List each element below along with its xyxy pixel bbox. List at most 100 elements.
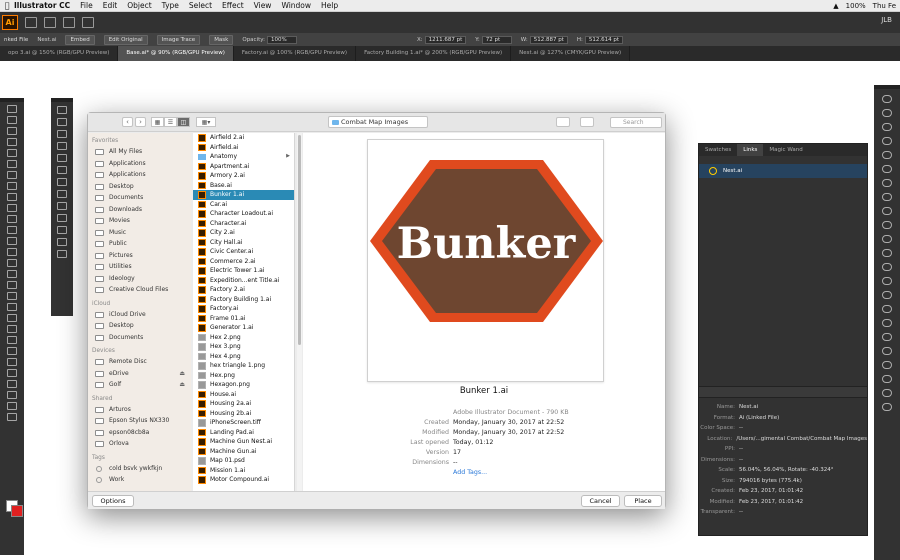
eject-icon[interactable]: ⏏ <box>179 368 185 380</box>
sidebar-item[interactable]: Documents <box>88 192 191 204</box>
wifi-icon[interactable]: ▲ <box>833 2 838 10</box>
artboard-tool-icon[interactable] <box>7 369 17 377</box>
glyphs-panel-icon[interactable] <box>882 375 892 383</box>
sidebar-item[interactable]: Arturos <box>88 404 191 416</box>
column-graph-tool-icon[interactable] <box>7 358 17 366</box>
libraries-panel-icon[interactable] <box>882 137 892 145</box>
sidebar-item[interactable]: Remote Disc <box>88 356 191 368</box>
graphic-styles-panel-icon[interactable] <box>882 235 892 243</box>
file-item[interactable]: Airfield.ai <box>193 143 294 153</box>
file-item[interactable]: Hex 4.png <box>193 352 294 362</box>
bridge-icon[interactable] <box>25 17 37 28</box>
hand-tool-icon[interactable] <box>7 391 17 399</box>
sidebar-item[interactable]: Applications <box>88 158 191 170</box>
type-tool-icon[interactable] <box>7 171 17 179</box>
search-field[interactable]: Search <box>610 117 662 128</box>
file-item[interactable]: Character Loadout.ai <box>193 209 294 219</box>
file-item[interactable]: Base.ai <box>193 181 294 191</box>
file-item[interactable]: Anatomy ▶ <box>193 152 294 162</box>
symbol-sprayer-tool-icon[interactable] <box>7 347 17 355</box>
eraser-tool-icon[interactable] <box>7 226 17 234</box>
actions-panel-icon[interactable] <box>882 277 892 285</box>
file-item[interactable]: iPhoneScreen.tiff <box>193 418 294 428</box>
gradient-panel-icon[interactable] <box>882 193 892 201</box>
type-on-path-tool-icon[interactable] <box>57 130 67 138</box>
sidebar-item[interactable]: Public <box>88 238 191 250</box>
forward-button[interactable]: › <box>135 117 146 127</box>
links-panel-icon[interactable] <box>882 151 892 159</box>
file-item[interactable]: Hex 3.png <box>193 342 294 352</box>
file-item[interactable]: Apartment.ai <box>193 162 294 172</box>
menu-effect[interactable]: Effect <box>222 1 244 10</box>
file-item[interactable]: Character.ai <box>193 219 294 229</box>
sidebar-item[interactable]: Desktop <box>88 181 191 193</box>
symbol-shifter-tool-icon[interactable] <box>57 214 67 222</box>
sidebar-item[interactable]: Creative Cloud Files <box>88 284 191 296</box>
selection-tool-icon[interactable] <box>7 105 17 113</box>
file-item[interactable]: Factory.ai <box>193 304 294 314</box>
sidebar-item[interactable]: Music <box>88 227 191 239</box>
tab-nest[interactable]: Nest.ai @ 127% (CMYK/GPU Preview) <box>511 46 631 61</box>
sidebar-item[interactable]: cold bsvk ywkfkjn <box>88 463 191 475</box>
sidebar-item[interactable]: All My Files <box>88 146 191 158</box>
paragraph-panel-icon[interactable] <box>882 347 892 355</box>
free-transform-tool-icon[interactable] <box>7 270 17 278</box>
artboards-panel-icon[interactable] <box>882 389 892 397</box>
add-tags-link[interactable]: Add Tags... <box>453 468 487 478</box>
user-initials[interactable]: JLB <box>881 16 892 24</box>
place-button[interactable]: Place <box>624 495 662 507</box>
tab-topo-3[interactable]: opo 3.ai @ 150% (RGB/GPU Preview) <box>0 46 119 61</box>
curvature-tool-icon[interactable] <box>7 160 17 168</box>
gpu-performance-icon[interactable] <box>82 17 94 28</box>
column-view-button[interactable]: ◫ <box>177 117 190 127</box>
file-item[interactable]: Frame 01.ai <box>193 314 294 324</box>
tab-swatches[interactable]: Swatches <box>699 144 737 156</box>
tab-factory[interactable]: Factory.ai @ 100% (RGB/GPU Preview) <box>234 46 357 61</box>
opentype-panel-icon[interactable] <box>882 361 892 369</box>
arrange-button[interactable]: ▦▾ <box>196 117 216 127</box>
sidebar-item[interactable]: Golf ⏏ <box>88 379 191 391</box>
sidebar-item[interactable]: Ideology <box>88 273 191 285</box>
menu-app-name[interactable]: Illustrator CC <box>14 1 70 10</box>
area-type-tool-icon[interactable] <box>57 118 67 126</box>
direct-selection-tool-icon[interactable] <box>7 116 17 124</box>
file-item[interactable]: Factory Building 1.ai <box>193 295 294 305</box>
x-field[interactable]: 1211.687 pt <box>424 35 467 44</box>
menu-select[interactable]: Select <box>189 1 212 10</box>
file-item[interactable]: Map 01.psd <box>193 456 294 466</box>
knife-tool-icon[interactable] <box>57 250 67 258</box>
width-tool-icon[interactable] <box>7 259 17 267</box>
embed-button[interactable]: Embed <box>65 34 95 45</box>
location-popup[interactable]: Combat Map Images <box>328 116 428 128</box>
info-panel-icon[interactable] <box>882 95 892 103</box>
file-item[interactable]: Bunker 1.ai <box>193 190 294 200</box>
file-item[interactable]: Machine Gun Nest.ai <box>193 437 294 447</box>
align-panel-icon[interactable] <box>882 291 892 299</box>
symbols-panel-icon[interactable] <box>882 249 892 257</box>
sidebar-item[interactable]: Work <box>88 474 191 486</box>
clock[interactable]: Thu Fe <box>873 2 896 10</box>
file-item[interactable]: Factory 2.ai <box>193 285 294 295</box>
file-item[interactable]: City 2.ai <box>193 228 294 238</box>
appearance-panel-icon[interactable] <box>882 221 892 229</box>
transform-panel-icon[interactable] <box>882 305 892 313</box>
back-button[interactable]: ‹ <box>122 117 133 127</box>
layers-panel-icon[interactable] <box>882 123 892 131</box>
shape-builder-tool-icon[interactable] <box>7 281 17 289</box>
perspective-grid-tool-icon[interactable] <box>7 292 17 300</box>
zoom-tool-icon[interactable] <box>7 402 17 410</box>
scale-tool-icon[interactable] <box>7 248 17 256</box>
paintbrush-tool-icon[interactable] <box>7 204 17 212</box>
menu-edit[interactable]: Edit <box>103 1 118 10</box>
file-item[interactable]: Hexagon.png <box>193 380 294 390</box>
arrange-documents-icon[interactable] <box>63 17 75 28</box>
file-item[interactable]: Housing 2a.ai <box>193 399 294 409</box>
sidebar-item[interactable]: Applications <box>88 169 191 181</box>
cancel-button[interactable]: Cancel <box>581 495 620 507</box>
pen-tool-icon[interactable] <box>7 149 17 157</box>
lasso-tool-icon[interactable] <box>7 138 17 146</box>
menu-window[interactable]: Window <box>281 1 311 10</box>
file-item[interactable]: Motor Compound.ai <box>193 475 294 485</box>
file-item[interactable]: Housing 2b.ai <box>193 409 294 419</box>
file-item[interactable]: Hex.png <box>193 371 294 381</box>
